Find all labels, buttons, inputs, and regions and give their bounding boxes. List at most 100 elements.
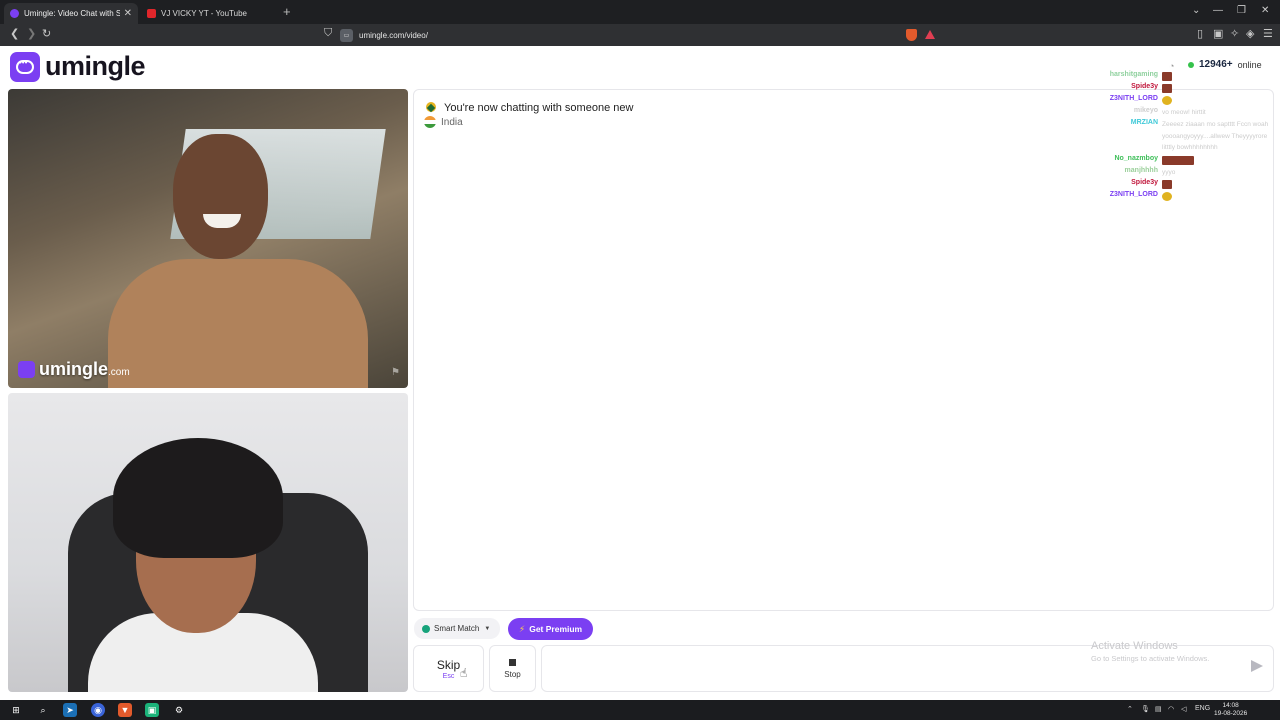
address-bar[interactable]: ▭ umingle.com/video/ xyxy=(340,26,940,44)
premium-label: Get Premium xyxy=(529,624,583,634)
vpn-icon[interactable]: ◈ xyxy=(1246,27,1254,40)
send-icon[interactable] xyxy=(1251,660,1263,672)
skip-label: Skip xyxy=(436,657,461,672)
volume-icon[interactable]: ◁ xyxy=(1181,705,1186,713)
menu-icon[interactable]: ☰ xyxy=(1263,27,1273,40)
online-label: online xyxy=(1237,59,1262,70)
online-count: 12946+ xyxy=(1199,59,1233,70)
online-dot-icon xyxy=(1188,61,1194,68)
country-name: India xyxy=(441,116,463,128)
list-item: Spide3y xyxy=(1080,179,1270,191)
sparkle-icon xyxy=(424,101,438,115)
tab-list-icon[interactable]: ⌄ xyxy=(1192,5,1200,16)
globe-icon xyxy=(422,624,430,633)
feed-text: vo meow! hirttit xyxy=(1162,109,1206,116)
feed-body xyxy=(1162,155,1270,167)
feed-body xyxy=(1162,71,1270,83)
activate-windows-watermark: Activate Windows Go to Settings to activ… xyxy=(1091,640,1209,663)
feed-username[interactable]: harshitgaming xyxy=(1110,71,1158,78)
system-clock[interactable]: 14:08 19-08-2026 xyxy=(1214,702,1247,718)
umingle-logo[interactable]: umingle xyxy=(10,51,146,82)
activate-title: Activate Windows xyxy=(1091,640,1178,652)
chevron-down-icon: ▼ xyxy=(484,625,491,632)
watermark-logo-icon xyxy=(18,361,35,378)
self-video xyxy=(8,393,408,692)
feed-username[interactable]: manjhhhh xyxy=(1125,167,1158,174)
stop-icon xyxy=(509,658,516,666)
sticker-thumb xyxy=(1162,83,1172,93)
feed-body xyxy=(1162,83,1270,95)
new-tab-icon[interactable]: + xyxy=(283,4,291,19)
smart-match-dropdown[interactable]: Smart Match ▼ xyxy=(414,618,500,639)
list-item: Z3NITH_LORD xyxy=(1080,95,1270,107)
brave-rewards-icon[interactable] xyxy=(925,30,935,39)
bookmark-icon[interactable]: ⛉ xyxy=(324,27,332,40)
reload-icon[interactable]: ↻ xyxy=(42,27,51,40)
feed-body xyxy=(1162,191,1270,203)
feed-username[interactable]: Z3NITH_LORD xyxy=(1110,95,1158,102)
windows-start-icon[interactable]: ⊞ xyxy=(9,703,23,717)
stop-button[interactable]: Stop xyxy=(489,645,536,692)
tray-chevron-icon[interactable]: ⌃ xyxy=(1127,705,1133,713)
list-item: No_nazmboy xyxy=(1080,155,1270,167)
online-counter: 12946+ online xyxy=(1188,59,1262,70)
chat-bubble-icon xyxy=(10,51,40,82)
feed-username[interactable]: mikeyo xyxy=(1134,107,1158,114)
feed-body xyxy=(1162,179,1270,191)
taskbar-app-icon[interactable]: ▣ xyxy=(145,703,159,717)
minimize-icon[interactable]: — xyxy=(1213,5,1223,16)
feed-text: Zeeeez ziaaan mo saptttt Fccn woah yoooa… xyxy=(1162,121,1269,151)
sticker-thumb xyxy=(1162,179,1172,189)
skip-shortcut: Esc xyxy=(442,672,455,680)
taskbar-app-icon[interactable]: ➤ xyxy=(63,703,77,717)
emoji-thumb xyxy=(1162,191,1172,201)
feed-body xyxy=(1162,95,1270,107)
leo-icon[interactable]: ✧ xyxy=(1230,27,1239,40)
self-hair xyxy=(113,438,283,558)
stranger-body xyxy=(108,259,368,388)
history-icon[interactable]: ◔ xyxy=(1169,61,1174,71)
close-tab-icon[interactable]: ✕ xyxy=(124,8,132,19)
site-info-icon[interactable]: ▭ xyxy=(340,28,353,42)
skip-button[interactable]: Skip Esc xyxy=(413,645,484,692)
microphone-icon[interactable]: 🎙 xyxy=(1141,705,1150,713)
wifi-icon[interactable]: ◠ xyxy=(1168,705,1174,713)
language-indicator[interactable]: ENG xyxy=(1195,705,1210,712)
report-flag-icon[interactable]: ⚑ xyxy=(391,367,400,378)
system-message: You're now chatting with someone new xyxy=(424,101,633,115)
stranger-head xyxy=(173,134,268,259)
back-icon[interactable]: ❮ xyxy=(10,27,19,40)
chrome-icon[interactable]: ◉ xyxy=(91,703,105,717)
maximize-icon[interactable]: ❐ xyxy=(1237,5,1246,16)
settings-icon[interactable]: ⚙ xyxy=(172,703,186,717)
lightning-icon: ⚡ xyxy=(518,623,526,634)
india-flag-icon xyxy=(424,116,436,128)
feed-username[interactable]: No_nazmboy xyxy=(1114,155,1158,162)
window-close-icon[interactable]: ✕ xyxy=(1261,5,1269,16)
umingle-page: umingle ◔ 12946+ online umingle .com ⚑ Y… xyxy=(0,46,1280,700)
feed-text: yyyo xyxy=(1162,169,1176,176)
search-icon[interactable]: ⌕ xyxy=(36,703,50,717)
tab-youtube[interactable]: VJ VICKY YT - YouTube xyxy=(141,3,281,24)
clock-time: 14:08 xyxy=(1222,702,1239,709)
youtube-favicon-icon xyxy=(147,9,156,18)
forward-icon[interactable]: ❯ xyxy=(27,27,36,40)
tab-umingle[interactable]: Umingle: Video Chat with Str ✕ xyxy=(4,3,138,24)
feed-username[interactable]: Z3NITH_LORD xyxy=(1110,191,1158,198)
tray-icon[interactable]: ▤ xyxy=(1155,705,1162,713)
list-item: Spide3y xyxy=(1080,83,1270,95)
wallet-icon[interactable]: ▣ xyxy=(1213,27,1223,40)
browser-tab-bar: Umingle: Video Chat with Str ✕ VJ VICKY … xyxy=(0,0,1280,24)
brave-icon[interactable]: ▼ xyxy=(118,703,132,717)
feed-username[interactable]: MRZIAN xyxy=(1131,119,1158,126)
feed-username[interactable]: Spide3y xyxy=(1131,179,1158,186)
pointer-cursor-icon: ☝ xyxy=(460,666,468,680)
feed-username[interactable]: Spide3y xyxy=(1131,83,1158,90)
watermark-text: umingle xyxy=(39,359,109,379)
get-premium-button[interactable]: ⚡ Get Premium xyxy=(508,618,593,640)
sidebar-icon[interactable]: ▯ xyxy=(1197,27,1203,40)
emoji-thumb xyxy=(1162,95,1172,105)
video-watermark: umingle .com xyxy=(18,359,130,380)
brave-shield-icon[interactable] xyxy=(906,29,917,41)
status-message: You're now chatting with someone new xyxy=(444,102,634,114)
